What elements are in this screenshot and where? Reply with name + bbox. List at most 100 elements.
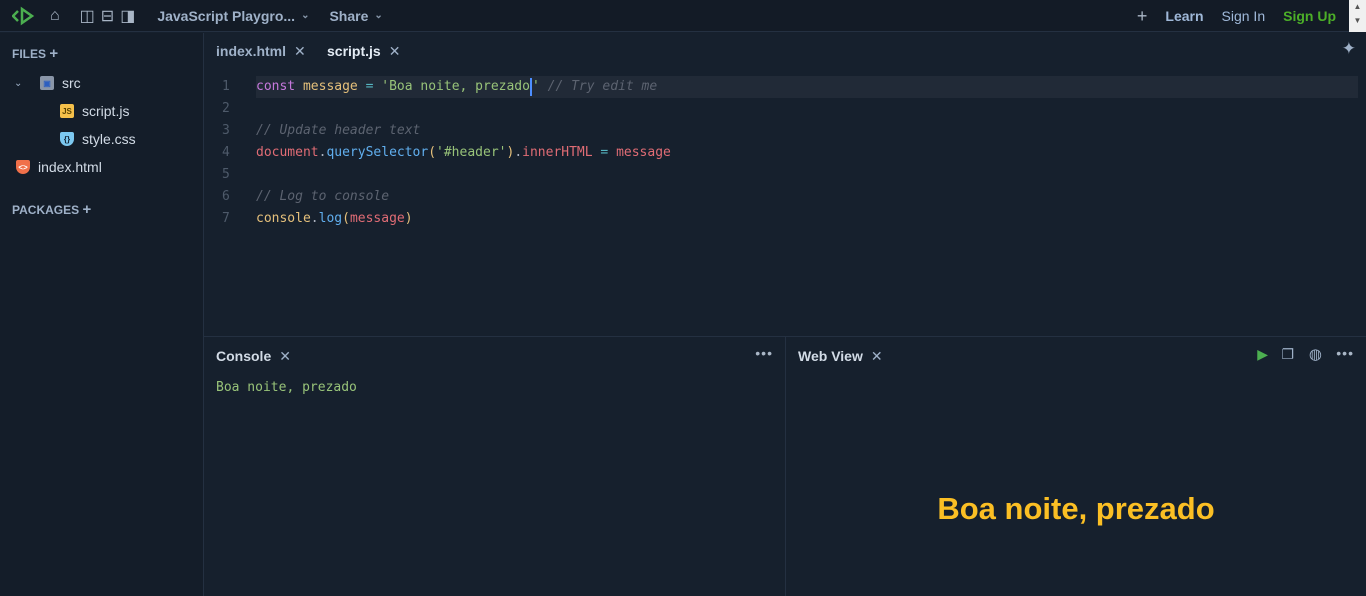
tab-label: script.js — [327, 43, 381, 59]
ai-sparkle-icon[interactable]: ✦ — [1342, 39, 1356, 59]
scrollbar[interactable]: ▲ ▼ — [1349, 0, 1366, 32]
line-number: 3 — [222, 123, 230, 138]
scroll-down-icon[interactable]: ▼ — [1349, 14, 1366, 28]
console-title: Console — [216, 348, 272, 364]
webview-pane: Web View ✕ ▶ ❐ ◍ ••• Boa noite, prezado — [786, 336, 1366, 596]
code-token: // Update header text — [256, 123, 421, 138]
code-token: // Try edit me — [547, 79, 658, 94]
code-token: message — [349, 211, 405, 226]
files-section: FILES + — [12, 45, 58, 62]
layout-panel-icon[interactable]: ◨ — [120, 6, 135, 26]
globe-icon[interactable]: ◍ — [1309, 345, 1322, 363]
packages-section: PACKAGES + — [12, 201, 91, 218]
code-line[interactable]: 4 document.querySelector('#header').inner… — [204, 142, 1366, 164]
code-text: // Update header text — [256, 120, 420, 142]
scroll-up-icon[interactable]: ▲ — [1349, 0, 1366, 14]
tree-item-script-js[interactable]: JS script.js — [60, 103, 129, 119]
code-token: log — [318, 211, 343, 226]
code-token: . — [310, 211, 319, 226]
html-file-icon: <> — [16, 160, 30, 174]
code-token: 'Boa noite, prezado — [381, 79, 530, 94]
line-number: 5 — [222, 167, 230, 182]
folder-icon: ▣ — [40, 76, 54, 90]
line-number: 4 — [222, 145, 230, 160]
add-file-icon[interactable]: + — [49, 45, 58, 62]
run-icon[interactable]: ▶ — [1257, 346, 1268, 363]
top-bar: ⌂ ◫ ⊟ ◨ JavaScript Playgro... ⌄ Share ⌄ + … — [0, 0, 1366, 32]
files-label: FILES — [12, 47, 47, 61]
code-token: = — [600, 145, 617, 160]
home-icon[interactable]: ⌂ — [50, 7, 60, 25]
tab-label: index.html — [216, 43, 287, 59]
line-number: 2 — [222, 101, 230, 116]
code-token: message — [616, 145, 671, 160]
tab-script-js[interactable]: script.js ✕ — [327, 43, 400, 60]
share-label: Share — [329, 7, 369, 24]
tree-item-label: style.css — [82, 131, 136, 147]
project-menu[interactable]: JavaScript Playgro... ⌄ — [157, 8, 309, 24]
code-token: console — [256, 211, 311, 226]
code-token: message — [302, 79, 366, 94]
tree-item-style-css[interactable]: {} style.css — [60, 131, 136, 147]
layout-split-icon[interactable]: ⊟ — [101, 6, 114, 26]
line-number: 1 — [222, 79, 230, 94]
code-editor[interactable]: 1 const message = 'Boa noite, prezado ' //… — [204, 76, 1366, 230]
tree-item-src[interactable]: ⌄ ▣ src — [14, 75, 81, 91]
more-icon[interactable]: ••• — [755, 345, 773, 361]
code-token: ' — [531, 79, 548, 94]
webview-header: Boa noite, prezado — [937, 491, 1215, 526]
css-file-icon: {} — [60, 132, 74, 146]
project-title: JavaScript Playgro... — [157, 7, 296, 24]
chevron-down-icon: ⌄ — [301, 10, 310, 21]
code-line[interactable]: 1 const message = 'Boa noite, prezado ' //… — [204, 76, 1366, 98]
code-text: const message = 'Boa noite, prezado ' // … — [256, 76, 1358, 98]
chevron-down-icon: ⌄ — [374, 10, 383, 21]
webview-tab[interactable]: Web View ✕ — [798, 348, 883, 365]
packages-label: PACKAGES — [12, 203, 80, 217]
code-line[interactable]: 3 // Update header text — [204, 120, 1366, 142]
code-line[interactable]: 6 // Log to console — [204, 186, 1366, 208]
close-icon[interactable]: ✕ — [871, 348, 883, 364]
code-token: ( — [342, 211, 350, 226]
code-token: querySelector — [326, 145, 429, 160]
code-text: document.querySelector('#header').innerH… — [256, 142, 671, 164]
code-text: // Log to console — [256, 186, 389, 208]
code-token: innerHTML — [522, 145, 601, 160]
code-token: // Log to console — [256, 189, 390, 204]
learn-link[interactable]: Learn — [1165, 8, 1203, 24]
line-number: 7 — [222, 211, 230, 226]
webview-title: Web View — [798, 348, 863, 364]
console-pane: Console ✕ ••• Boa noite, prezado — [204, 336, 786, 596]
close-icon[interactable]: ✕ — [279, 348, 291, 364]
share-menu[interactable]: Share ⌄ — [329, 8, 382, 24]
code-token: ( — [428, 145, 437, 160]
console-tab[interactable]: Console ✕ — [216, 348, 291, 365]
logo-icon[interactable] — [12, 6, 36, 26]
code-line[interactable]: 5 — [204, 164, 1366, 186]
code-token: document — [256, 145, 319, 160]
more-icon[interactable]: ••• — [1336, 345, 1354, 361]
tree-item-label: script.js — [82, 103, 130, 119]
code-token: ) — [404, 211, 413, 226]
add-package-icon[interactable]: + — [82, 201, 91, 218]
editor-tabs: index.html ✕ script.js ✕ ✦ — [204, 33, 1366, 69]
code-token: = — [365, 79, 382, 94]
code-line[interactable]: 2 — [204, 98, 1366, 120]
sidebar: FILES + ⌄ ▣ src JS script.js {} style.css <>… — [0, 33, 204, 596]
close-icon[interactable]: ✕ — [294, 43, 306, 59]
close-icon[interactable]: ✕ — [389, 43, 401, 59]
add-icon[interactable]: + — [1137, 6, 1148, 27]
tab-index-html[interactable]: index.html ✕ — [216, 43, 306, 60]
code-token: '#header' — [436, 145, 507, 160]
tree-item-label: src — [62, 75, 81, 91]
layout-sidebar-icon[interactable]: ◫ — [80, 6, 95, 26]
tree-item-index-html[interactable]: <> index.html — [16, 159, 102, 175]
tree-item-label: index.html — [38, 159, 102, 175]
copy-icon[interactable]: ❐ — [1281, 346, 1294, 363]
code-text: console.log(message) — [256, 208, 413, 230]
sign-up-link[interactable]: Sign Up — [1283, 8, 1336, 24]
sign-in-link[interactable]: Sign In — [1222, 8, 1266, 24]
code-line[interactable]: 7 console.log(message) — [204, 208, 1366, 230]
code-token: . — [514, 145, 523, 160]
line-number: 6 — [222, 189, 230, 204]
